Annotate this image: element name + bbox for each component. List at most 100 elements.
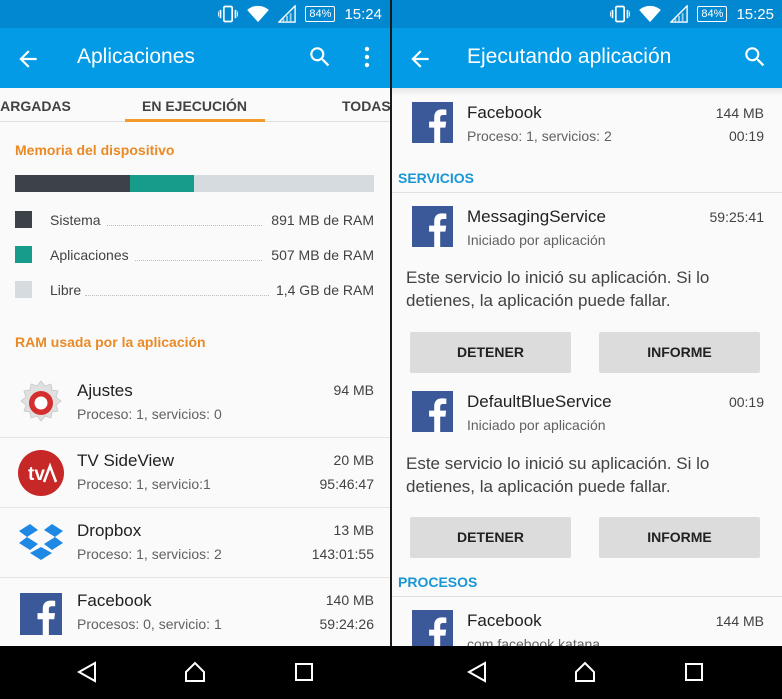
service-description: Este servicio lo inició su aplicación. S… bbox=[406, 268, 710, 310]
facebook-icon bbox=[20, 593, 62, 635]
tab-todas[interactable]: TODAS bbox=[342, 98, 390, 114]
app-name: Facebook bbox=[467, 103, 542, 122]
app-row-tv-sideview[interactable]: tv TV SideView Proceso: 1, servicio:1 20… bbox=[0, 438, 390, 508]
app-name: Facebook bbox=[77, 591, 152, 610]
app-process-info: Procesos: 0, servicio: 1 bbox=[77, 616, 222, 632]
more-options-icon[interactable] bbox=[360, 44, 374, 70]
page-title: Aplicaciones bbox=[77, 45, 195, 68]
ram-section-title: RAM usada por la aplicación bbox=[15, 334, 206, 350]
back-arrow-icon[interactable] bbox=[407, 46, 433, 72]
nav-back-icon[interactable] bbox=[466, 661, 488, 683]
service-row-messaging: MessagingService Iniciado por aplicación… bbox=[392, 196, 782, 256]
app-process-info: Proceso: 1, servicios: 2 bbox=[77, 546, 222, 562]
service-name: MessagingService bbox=[467, 207, 606, 226]
service-started-by: Iniciado por aplicación bbox=[467, 417, 606, 433]
nav-recents-icon[interactable] bbox=[684, 662, 704, 682]
legend-value: 507 MB de RAM bbox=[271, 247, 374, 263]
process-name: Facebook bbox=[467, 611, 542, 630]
screens: 84% 15:24 Aplicaciones CARGADAS EN EJECU… bbox=[0, 0, 782, 646]
app-process-info: Proceso: 1, servicios: 0 bbox=[77, 406, 222, 422]
back-arrow-icon[interactable] bbox=[15, 46, 41, 72]
clock: 15:24 bbox=[344, 5, 382, 23]
process-ram-size: 144 MB bbox=[715, 613, 764, 629]
legend-value: 1,4 GB de RAM bbox=[275, 282, 374, 298]
app-process-info: Proceso: 1, servicios: 2 bbox=[467, 128, 612, 144]
app-ram-size: 140 MB bbox=[325, 592, 374, 608]
app-bar: Aplicaciones bbox=[0, 28, 390, 88]
battery-indicator: 84% bbox=[305, 6, 336, 22]
dropbox-icon bbox=[19, 524, 63, 560]
legend-row-apps: Aplicaciones 507 MB de RAM bbox=[15, 245, 374, 265]
facebook-icon bbox=[412, 610, 453, 646]
memory-usage-bar bbox=[15, 175, 374, 192]
service-name: DefaultBlueService bbox=[467, 392, 612, 411]
app-name: Ajustes bbox=[77, 381, 133, 400]
app-run-time: 95:46:47 bbox=[319, 476, 375, 492]
app-ram-size: 144 MB bbox=[715, 105, 764, 121]
legend-swatch bbox=[15, 211, 32, 228]
wifi-icon bbox=[639, 5, 661, 23]
tab-en-ejecucion[interactable]: EN EJECUCIÓN bbox=[142, 98, 247, 114]
vibrate-icon bbox=[610, 5, 630, 23]
tab-cargadas[interactable]: CARGADAS bbox=[0, 98, 71, 114]
tab-indicator bbox=[125, 119, 265, 122]
battery-indicator: 84% bbox=[697, 6, 728, 22]
memory-bar-free bbox=[194, 175, 374, 192]
nav-recents-icon[interactable] bbox=[294, 662, 314, 682]
app-name: TV SideView bbox=[77, 451, 175, 470]
search-icon[interactable] bbox=[742, 44, 768, 70]
app-run-time: 143:01:55 bbox=[311, 546, 374, 562]
app-bar: Ejecutando aplicación bbox=[392, 28, 782, 88]
service-run-time: 59:25:41 bbox=[709, 209, 765, 225]
legend-label: Sistema bbox=[50, 212, 101, 228]
app-name: Dropbox bbox=[77, 521, 142, 540]
search-icon[interactable] bbox=[307, 44, 333, 70]
navigation-bar bbox=[0, 646, 782, 699]
stop-button[interactable]: DETENER bbox=[410, 517, 571, 558]
facebook-icon bbox=[412, 206, 453, 247]
page-title: Ejecutando aplicación bbox=[467, 45, 672, 68]
tab-bar: CARGADAS EN EJECUCIÓN TODAS bbox=[0, 88, 390, 122]
service-started-by: Iniciado por aplicación bbox=[467, 232, 606, 248]
report-button[interactable]: INFORME bbox=[599, 332, 760, 373]
legend-row-system: Sistema 891 MB de RAM bbox=[15, 210, 374, 230]
clock: 15:25 bbox=[736, 5, 774, 23]
app-ram-size: 20 MB bbox=[333, 452, 374, 468]
nav-home-icon[interactable] bbox=[574, 661, 596, 683]
svg-text:tv: tv bbox=[28, 464, 45, 485]
legend-row-free: Libre 1,4 GB de RAM bbox=[15, 280, 374, 300]
app-process-info: Proceso: 1, servicio:1 bbox=[77, 476, 211, 492]
app-run-time: 00:19 bbox=[728, 128, 764, 144]
tv-sideview-icon: tv bbox=[18, 450, 64, 496]
running-app-header: Facebook Proceso: 1, servicios: 2 144 MB… bbox=[392, 92, 782, 152]
legend-swatch bbox=[15, 246, 32, 263]
legend-swatch bbox=[15, 281, 32, 298]
services-section-title: SERVICIOS bbox=[398, 170, 474, 186]
app-ram-size: 94 MB bbox=[333, 382, 374, 398]
report-button[interactable]: INFORME bbox=[599, 517, 760, 558]
nav-home-icon[interactable] bbox=[184, 661, 206, 683]
app-row-dropbox[interactable]: Dropbox Proceso: 1, servicios: 2 13 MB 1… bbox=[0, 508, 390, 578]
app-run-time: 59:24:26 bbox=[319, 616, 375, 632]
signal-icon bbox=[278, 5, 296, 23]
app-ram-size: 13 MB bbox=[333, 522, 374, 538]
process-package: com.facebook.katana bbox=[467, 636, 601, 646]
nav-back-icon[interactable] bbox=[76, 661, 98, 683]
stop-button[interactable]: DETENER bbox=[410, 332, 571, 373]
settings-icon bbox=[20, 380, 62, 422]
vibrate-icon bbox=[218, 5, 238, 23]
process-row-facebook: Facebook com.facebook.katana 144 MB bbox=[392, 600, 782, 646]
legend-label: Aplicaciones bbox=[50, 247, 129, 263]
wifi-icon bbox=[247, 5, 269, 23]
service-description: Este servicio lo inició su aplicación. S… bbox=[406, 454, 710, 496]
status-bar: 84% 15:24 bbox=[0, 0, 390, 28]
service-row-defaultblue: DefaultBlueService Iniciado por aplicaci… bbox=[392, 381, 782, 441]
app-row-ajustes[interactable]: Ajustes Proceso: 1, servicios: 0 94 MB bbox=[0, 368, 390, 438]
service-run-time: 00:19 bbox=[728, 394, 764, 410]
memory-section-title: Memoria del dispositivo bbox=[15, 142, 175, 158]
memory-bar-apps bbox=[129, 175, 195, 192]
legend-value: 891 MB de RAM bbox=[271, 212, 374, 228]
legend-label: Libre bbox=[50, 282, 82, 298]
app-row-facebook[interactable]: Facebook Procesos: 0, servicio: 1 140 MB… bbox=[0, 578, 390, 646]
signal-icon bbox=[670, 5, 688, 23]
